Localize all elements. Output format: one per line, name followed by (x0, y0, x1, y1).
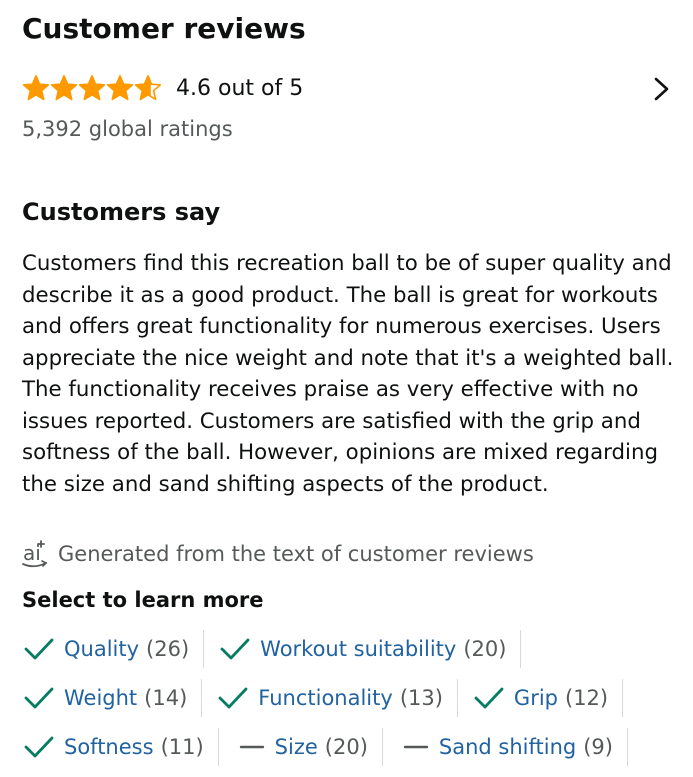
aspect-chip-weight[interactable]: Weight (14) (18, 679, 203, 717)
check-icon (218, 687, 248, 709)
star-rating (22, 74, 162, 102)
check-icon (220, 638, 250, 660)
dash-icon (403, 745, 429, 749)
chip-row: Softness (11) Size (20) Sand shifting (9) (18, 728, 678, 766)
check-icon (24, 687, 54, 709)
aspect-chip-sand-shifting[interactable]: Sand shifting (9) (393, 728, 628, 766)
star-icon (78, 75, 106, 101)
aspect-count: (20) (463, 637, 507, 661)
dash-icon (239, 745, 264, 749)
rating-summary[interactable]: 4.6 out of 5 (22, 72, 672, 104)
learn-more-heading: Select to learn more (22, 588, 264, 612)
review-summary-text: Customers find this recreation ball to b… (22, 251, 674, 497)
aspect-chip-softness[interactable]: Softness (11) (18, 728, 219, 766)
aspect-chip-grip[interactable]: Grip (12) (468, 679, 624, 717)
aspect-count: (11) (160, 735, 204, 759)
customers-say-heading: Customers say (22, 198, 221, 226)
chevron-right-icon[interactable] (650, 76, 672, 102)
aspect-label: Sand shifting (438, 735, 577, 759)
aspect-label: Size (274, 735, 318, 759)
aspect-chip-workout-suitability[interactable]: Workout suitability (20) (214, 630, 522, 668)
rating-text: 4.6 out of 5 (176, 75, 304, 101)
check-icon (24, 638, 54, 660)
aspect-chip-size[interactable]: Size (20) (229, 728, 383, 766)
star-icon (50, 75, 78, 101)
ai-generated-icon: ai (22, 540, 48, 568)
aspect-label: Workout suitability (260, 637, 457, 661)
aspect-chip-quality[interactable]: Quality (26) (18, 630, 205, 668)
aspect-label: Quality (64, 637, 140, 661)
ai-generated-note: ai Generated from the text of customer r… (20, 538, 534, 570)
aspect-chip-functionality[interactable]: Functionality (13) (212, 679, 458, 717)
aspect-count: (20) (324, 735, 368, 759)
page-title: Customer reviews (22, 12, 306, 45)
star-icon (22, 75, 50, 101)
aspect-count: (9) (583, 735, 613, 759)
check-icon (24, 736, 54, 758)
aspect-label: Softness (64, 735, 154, 759)
global-ratings-count: 5,392 global ratings (22, 117, 233, 141)
chip-row: Quality (26) Workout suitability (20) (18, 630, 678, 668)
aspect-label: Grip (513, 686, 558, 710)
aspect-chips: Quality (26) Workout suitability (20) Weight… (18, 630, 678, 777)
aspect-count: (14) (144, 686, 188, 710)
star-icon (134, 75, 162, 101)
check-icon (474, 687, 504, 709)
aspect-label: Weight (64, 686, 138, 710)
aspect-count: (13) (399, 686, 443, 710)
aspect-label: Functionality (258, 686, 393, 710)
ai-note-text: Generated from the text of customer revi… (58, 542, 534, 566)
customer-reviews-panel: Customer reviews 4.6 out of 5 5,392 glob… (0, 0, 693, 777)
aspect-count: (26) (146, 637, 190, 661)
chip-row: Weight (14) Functionality (13) Grip (12) (18, 679, 678, 717)
aspect-count: (12) (565, 686, 609, 710)
star-icon (106, 75, 134, 101)
